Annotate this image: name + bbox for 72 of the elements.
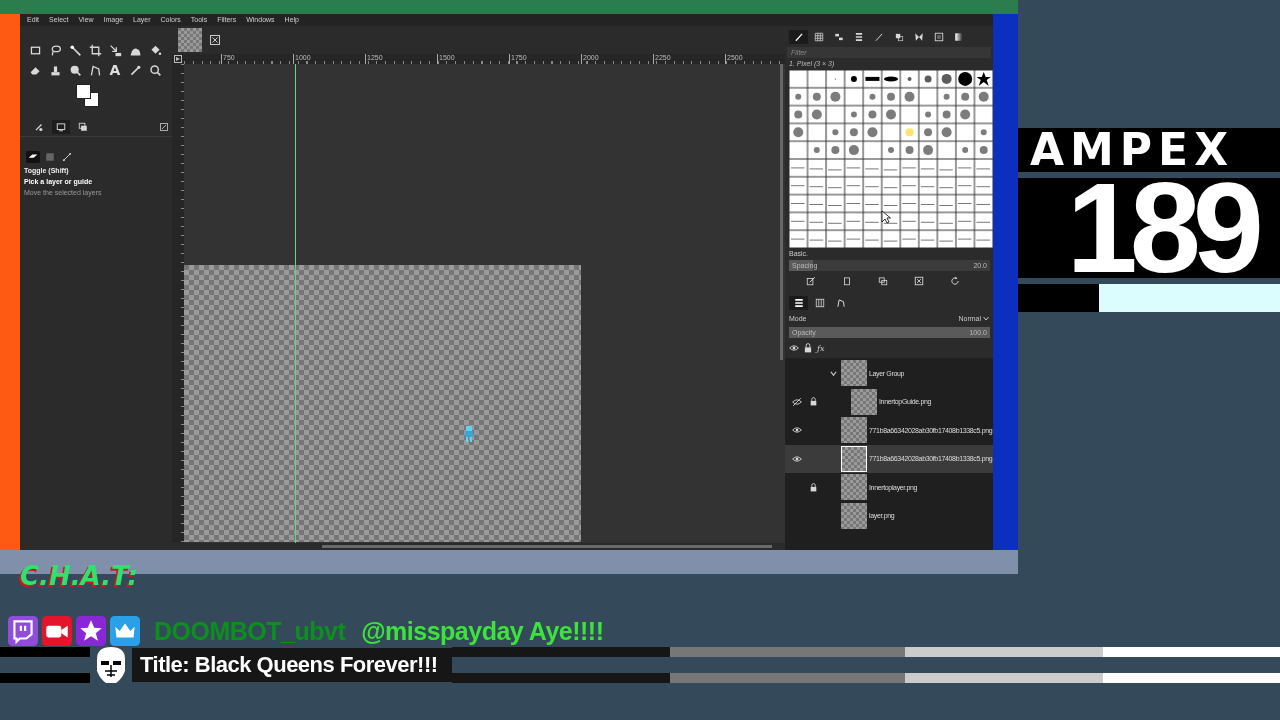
eyedropper-icon[interactable] <box>128 63 142 77</box>
effects-label: ƒx <box>817 343 826 353</box>
chat-message: @misspayday Aye!!!! <box>361 616 604 646</box>
dock-menu-icon[interactable] <box>160 123 168 131</box>
mode-toggle[interactable] <box>43 151 57 163</box>
eye-icon[interactable] <box>792 453 802 464</box>
eye-icon[interactable] <box>792 425 802 436</box>
layer-thumbnail <box>841 445 867 472</box>
chevron-icon[interactable] <box>830 369 837 377</box>
dock-tab[interactable] <box>789 296 808 310</box>
layer-thumbnail <box>851 388 877 415</box>
brand-title: AMPEX <box>1018 128 1280 172</box>
chat-logo: C.H.A.T: <box>20 560 138 593</box>
grid-icon <box>813 32 824 42</box>
new-icon[interactable] <box>842 276 852 286</box>
sprite-drawing <box>464 426 474 442</box>
camera-icon <box>42 616 72 646</box>
layer-thumbnail <box>841 360 867 387</box>
copy-icon <box>893 32 904 42</box>
palette-icon <box>933 32 944 42</box>
scrollbar[interactable] <box>780 64 783 360</box>
dock-tab[interactable] <box>52 120 70 134</box>
episode-number: 189 <box>1018 178 1280 278</box>
layer-thumbnail <box>841 502 867 529</box>
duplicate-icon[interactable] <box>878 276 888 286</box>
lock-icon[interactable] <box>808 482 818 492</box>
layers-icon <box>793 298 804 308</box>
pencil-icon <box>873 32 884 42</box>
layer-thumbnail <box>841 417 867 444</box>
mode-toggle[interactable] <box>60 151 74 163</box>
crown-icon <box>110 616 140 646</box>
butterfly-icon <box>913 32 924 42</box>
chat-bubble-icon <box>8 616 38 646</box>
delete-icon[interactable] <box>914 276 924 286</box>
stamp-icon[interactable] <box>48 63 62 77</box>
path-icon[interactable] <box>88 63 102 77</box>
layer-thumbnail <box>841 474 867 501</box>
brush-grid-drawing[interactable] <box>789 70 993 248</box>
color-swatches-icon[interactable] <box>76 84 100 108</box>
lock-icon[interactable] <box>808 397 818 407</box>
lock-icon <box>803 343 813 353</box>
image-thumbnail[interactable] <box>178 28 202 52</box>
monitor-icon <box>56 122 66 132</box>
path-mode-icon <box>62 152 72 162</box>
pen-icon <box>34 122 44 132</box>
text-tool[interactable]: A <box>107 62 123 78</box>
stream-title: Title: Black Queens Forever!!! <box>132 648 452 682</box>
path-icon <box>835 298 846 308</box>
chat-username: DOOMBOT_ubvt <box>154 616 346 646</box>
caret-icon <box>983 316 989 321</box>
scrollbar[interactable] <box>322 545 772 548</box>
smudge-icon[interactable] <box>68 63 82 77</box>
hidden-eye-icon[interactable] <box>792 396 802 407</box>
wand-icon[interactable] <box>68 43 82 57</box>
channels-icon <box>814 298 825 308</box>
selection-mode-icon <box>45 152 55 162</box>
close-icon[interactable] <box>210 35 220 45</box>
transform-icon[interactable] <box>108 43 122 57</box>
refresh-icon[interactable] <box>950 276 960 286</box>
images-icon <box>78 122 88 132</box>
crop-icon[interactable] <box>88 43 102 57</box>
zoom-icon[interactable] <box>148 63 162 77</box>
gradient-icon <box>953 32 964 42</box>
stack-icon <box>853 32 864 42</box>
font-icon <box>833 32 844 42</box>
edit-icon[interactable] <box>806 276 816 286</box>
mode-toggle[interactable] <box>26 151 40 163</box>
navigate-icon[interactable] <box>174 55 182 63</box>
eye-icon <box>789 343 799 353</box>
mouse-cursor-icon <box>881 210 891 224</box>
brush-icon <box>793 32 804 42</box>
dock-tab[interactable] <box>789 30 808 44</box>
